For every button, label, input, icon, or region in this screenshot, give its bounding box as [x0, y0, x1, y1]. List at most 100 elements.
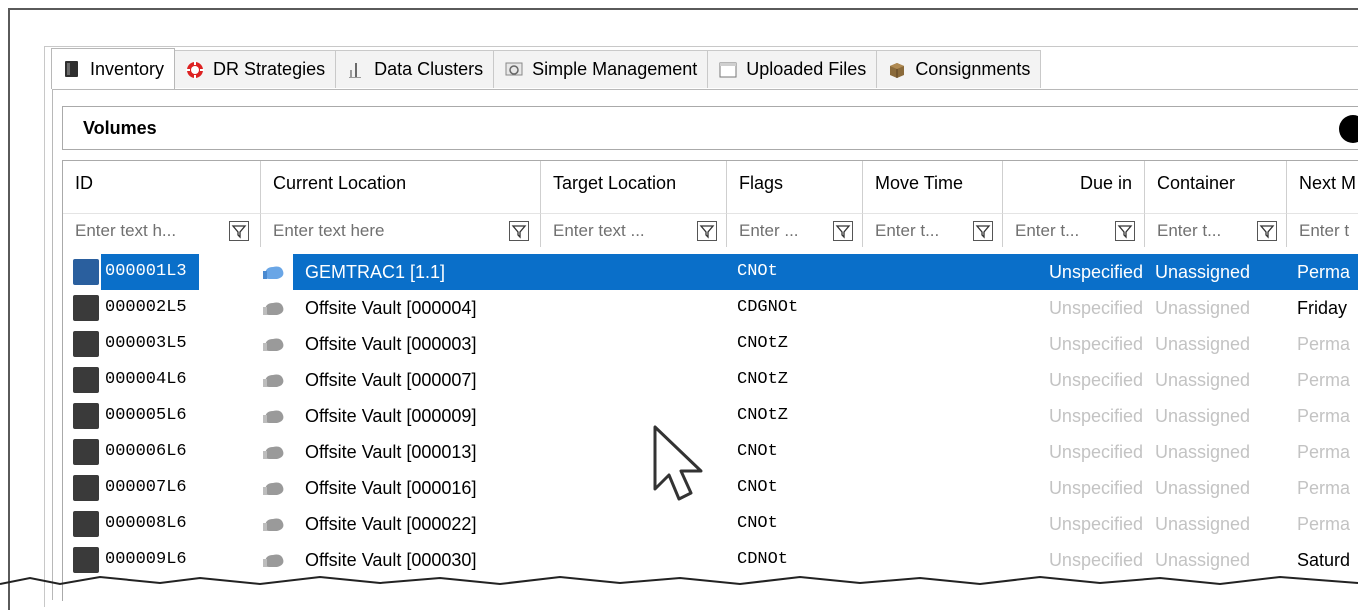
cell-id[interactable]: 000002L5	[73, 290, 263, 326]
cell-id[interactable]: 000009L6	[73, 542, 263, 578]
filter-icon[interactable]	[1257, 221, 1277, 241]
filter-icon[interactable]	[697, 221, 717, 241]
cell-current-location[interactable]: Offsite Vault [000007]	[305, 362, 476, 398]
tab-data-clusters[interactable]: Data Clusters	[335, 50, 495, 88]
column-header-container[interactable]: Container	[1145, 161, 1287, 213]
filter-input-id[interactable]	[63, 214, 223, 248]
filter-icon[interactable]	[1115, 221, 1135, 241]
column-header-next-move[interactable]: Next M	[1287, 161, 1358, 213]
tab-label: Consignments	[915, 59, 1031, 79]
filter-icon[interactable]	[973, 221, 993, 241]
column-header-flags[interactable]: Flags	[727, 161, 863, 213]
cell-container[interactable]: Unassigned	[1155, 398, 1250, 434]
mouse-cursor-icon	[653, 425, 703, 501]
filter-input-next-move[interactable]	[1287, 214, 1358, 248]
cell-due-in[interactable]: Unspecified	[1007, 290, 1143, 326]
table-row[interactable]: 000003L5 Offsite Vault [000003] CNOtZ Unspe…	[63, 326, 1358, 362]
tape-volume-icon	[73, 367, 99, 393]
cell-next-move[interactable]: Perma	[1297, 398, 1358, 434]
cell-id[interactable]: 000007L6	[73, 470, 263, 506]
filter-input-container[interactable]	[1145, 214, 1251, 248]
cell-next-move[interactable]: Perma	[1297, 434, 1358, 470]
cell-container[interactable]: Unassigned	[1155, 542, 1250, 578]
filter-input-current-location[interactable]	[261, 214, 501, 248]
filter-input-flags[interactable]	[727, 214, 827, 248]
column-header-current-location[interactable]: Current Location	[261, 161, 541, 213]
cell-flags[interactable]: CNOtZ	[737, 398, 788, 434]
cell-current-location[interactable]: Offsite Vault [000016]	[305, 470, 476, 506]
cell-id[interactable]: 000008L6	[73, 506, 263, 542]
cell-container[interactable]: Unassigned	[1155, 290, 1250, 326]
column-header-move-time[interactable]: Move Time	[863, 161, 1003, 213]
cell-current-location[interactable]: Offsite Vault [000003]	[305, 326, 476, 362]
tab-inventory[interactable]: Inventory	[51, 48, 176, 89]
tab-simple-management[interactable]: Simple Management	[493, 50, 709, 88]
table-row[interactable]: 000001L3 GEMTRAC1 [1.1] CNOt Unspecified Una…	[63, 254, 1358, 290]
column-header-target-location[interactable]: Target Location	[541, 161, 727, 213]
cell-container[interactable]: Unassigned	[1155, 470, 1250, 506]
column-title: ID	[75, 173, 93, 193]
filter-icon[interactable]	[833, 221, 853, 241]
tab-dr-strategies[interactable]: DR Strategies	[174, 50, 337, 88]
filter-icon[interactable]	[229, 221, 249, 241]
filter-cell	[1287, 213, 1358, 248]
cell-current-location[interactable]: Offsite Vault [000004]	[305, 290, 476, 326]
filter-icon[interactable]	[509, 221, 529, 241]
filter-input-due-in[interactable]	[1003, 214, 1109, 248]
cell-id[interactable]: 000001L3	[73, 254, 263, 290]
cell-current-location[interactable]: Offsite Vault [000030]	[305, 542, 476, 578]
filter-input-target-location[interactable]	[541, 214, 691, 248]
cell-next-move[interactable]: Perma	[1297, 362, 1358, 398]
cell-id[interactable]: 000005L6	[73, 398, 263, 434]
cell-current-location[interactable]: Offsite Vault [000013]	[305, 434, 476, 470]
cell-due-in[interactable]: Unspecified	[1007, 254, 1143, 290]
cell-flags[interactable]: CNOt	[737, 254, 778, 290]
cell-due-in[interactable]: Unspecified	[1007, 542, 1143, 578]
cell-due-in[interactable]: Unspecified	[1007, 398, 1143, 434]
cell-flags[interactable]: CNOt	[737, 434, 778, 470]
cell-id[interactable]: 000006L6	[73, 434, 263, 470]
section-toggle-icon[interactable]	[1339, 115, 1358, 143]
cell-id[interactable]: 000003L5	[73, 326, 263, 362]
table-row[interactable]: 000009L6 Offsite Vault [000030] CDNOt Unspe…	[63, 542, 1358, 578]
cell-next-move[interactable]: Perma	[1297, 470, 1358, 506]
cell-flags[interactable]: CNOt	[737, 506, 778, 542]
cell-due-in[interactable]: Unspecified	[1007, 506, 1143, 542]
tab-uploaded-files[interactable]: Uploaded Files	[707, 50, 878, 88]
cell-due-in[interactable]: Unspecified	[1007, 470, 1143, 506]
cell-next-move[interactable]: Perma	[1297, 506, 1358, 542]
column-header-id[interactable]: ID	[63, 161, 261, 213]
cell-flags[interactable]: CDGNOt	[737, 290, 798, 326]
cell-flags[interactable]: CNOt	[737, 470, 778, 506]
cell-flags[interactable]: CNOtZ	[737, 326, 788, 362]
cell-due-in[interactable]: Unspecified	[1007, 362, 1143, 398]
cell-container[interactable]: Unassigned	[1155, 326, 1250, 362]
cell-current-location[interactable]: Offsite Vault [000022]	[305, 506, 476, 542]
table-row[interactable]: 000002L5 Offsite Vault [000004] CDGNOt Unsp…	[63, 290, 1358, 326]
cell-due-in[interactable]: Unspecified	[1007, 434, 1143, 470]
cell-container[interactable]: Unassigned	[1155, 254, 1250, 290]
filter-cell	[63, 213, 261, 248]
location-icon	[263, 518, 284, 531]
cell-next-move[interactable]: Perma	[1297, 254, 1358, 290]
cell-next-move[interactable]: Perma	[1297, 326, 1358, 362]
cell-flags[interactable]: CNOtZ	[737, 362, 788, 398]
cell-container[interactable]: Unassigned	[1155, 506, 1250, 542]
location-icon	[263, 554, 284, 567]
cell-current-location[interactable]: GEMTRAC1 [1.1]	[305, 254, 445, 290]
tape-volume-icon	[73, 511, 99, 537]
cell-current-location[interactable]: Offsite Vault [000009]	[305, 398, 476, 434]
cell-next-move[interactable]: Friday	[1297, 290, 1358, 326]
table-row[interactable]: 000004L6 Offsite Vault [000007] CNOtZ Unspe…	[63, 362, 1358, 398]
location-icon	[263, 482, 284, 495]
cell-flags[interactable]: CDNOt	[737, 542, 788, 578]
column-header-due-in[interactable]: Due in	[1003, 161, 1145, 213]
cell-due-in[interactable]: Unspecified	[1007, 326, 1143, 362]
location-icon	[263, 302, 284, 315]
tab-consignments[interactable]: Consignments	[876, 50, 1042, 88]
filter-input-move-time[interactable]	[863, 214, 967, 248]
cell-next-move[interactable]: Saturd	[1297, 542, 1358, 578]
cell-container[interactable]: Unassigned	[1155, 362, 1250, 398]
cell-container[interactable]: Unassigned	[1155, 434, 1250, 470]
cell-id[interactable]: 000004L6	[73, 362, 263, 398]
